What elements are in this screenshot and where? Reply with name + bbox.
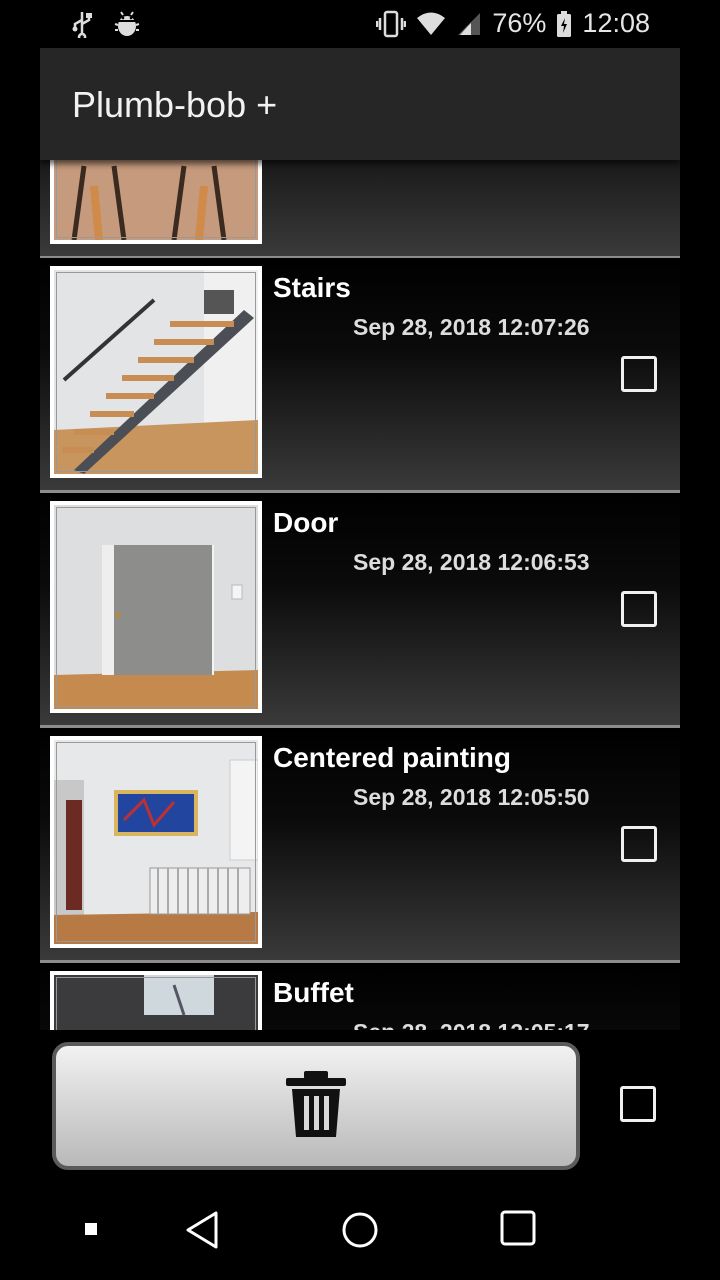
item-date: Sep 28, 2018 12:06:53 — [353, 549, 590, 575]
item-date: Sep 28, 2018 12:05:50 — [353, 784, 590, 810]
item-checkbox[interactable] — [621, 826, 657, 862]
list-item[interactable]: Stairs Sep 28, 2018 12:07:26 — [40, 258, 680, 493]
home-icon[interactable] — [340, 1210, 380, 1255]
android-debug-icon — [114, 10, 140, 38]
delete-button[interactable] — [52, 1042, 580, 1170]
action-bar — [0, 1030, 720, 1190]
overview-icon[interactable] — [500, 1210, 536, 1251]
item-title: Buffet — [273, 977, 354, 1008]
item-date: Sep 28, 2018 12:07:26 — [353, 314, 590, 340]
status-bar: 76% 12:08 — [0, 0, 720, 48]
item-title: Centered painting — [273, 742, 512, 773]
app-bar: Plumb-bob + — [40, 48, 680, 160]
item-checkbox[interactable] — [621, 591, 657, 627]
select-all-checkbox[interactable] — [620, 1086, 656, 1122]
list-item[interactable]: Buffet Sep 28, 2018 12:05:17 — [40, 963, 680, 1030]
clock: 12:08 — [582, 8, 650, 38]
photo-thumbnail[interactable] — [50, 736, 262, 948]
battery-percent: 76% — [492, 8, 547, 38]
photo-thumbnail[interactable] — [50, 971, 262, 1030]
photo-thumbnail[interactable] — [50, 501, 262, 713]
item-date: Sep 28, 2018 12:05:17 — [353, 1019, 590, 1030]
item-title: Stairs — [273, 272, 351, 303]
usb-icon — [70, 10, 94, 38]
trash-icon — [284, 1069, 348, 1144]
item-title: Door — [273, 507, 339, 538]
app-title: Plumb-bob + — [72, 84, 278, 125]
item-checkbox[interactable] — [621, 356, 657, 392]
navigation-bar — [0, 1190, 720, 1280]
back-icon[interactable] — [184, 1210, 220, 1255]
battery-icon — [556, 10, 572, 38]
signal-icon — [456, 11, 482, 37]
wifi-icon — [416, 11, 446, 37]
photo-thumbnail[interactable] — [50, 266, 262, 478]
list-item[interactable]: Centered painting Sep 28, 2018 12:05:50 — [40, 728, 680, 963]
vibrate-icon — [376, 10, 407, 38]
recent-apps-dot-icon[interactable] — [84, 1222, 98, 1241]
app-window: Plumb-bob + Stairs Sep 28, 2018 12:07:26… — [40, 48, 680, 1030]
list-item[interactable]: Door Sep 28, 2018 12:06:53 — [40, 493, 680, 728]
